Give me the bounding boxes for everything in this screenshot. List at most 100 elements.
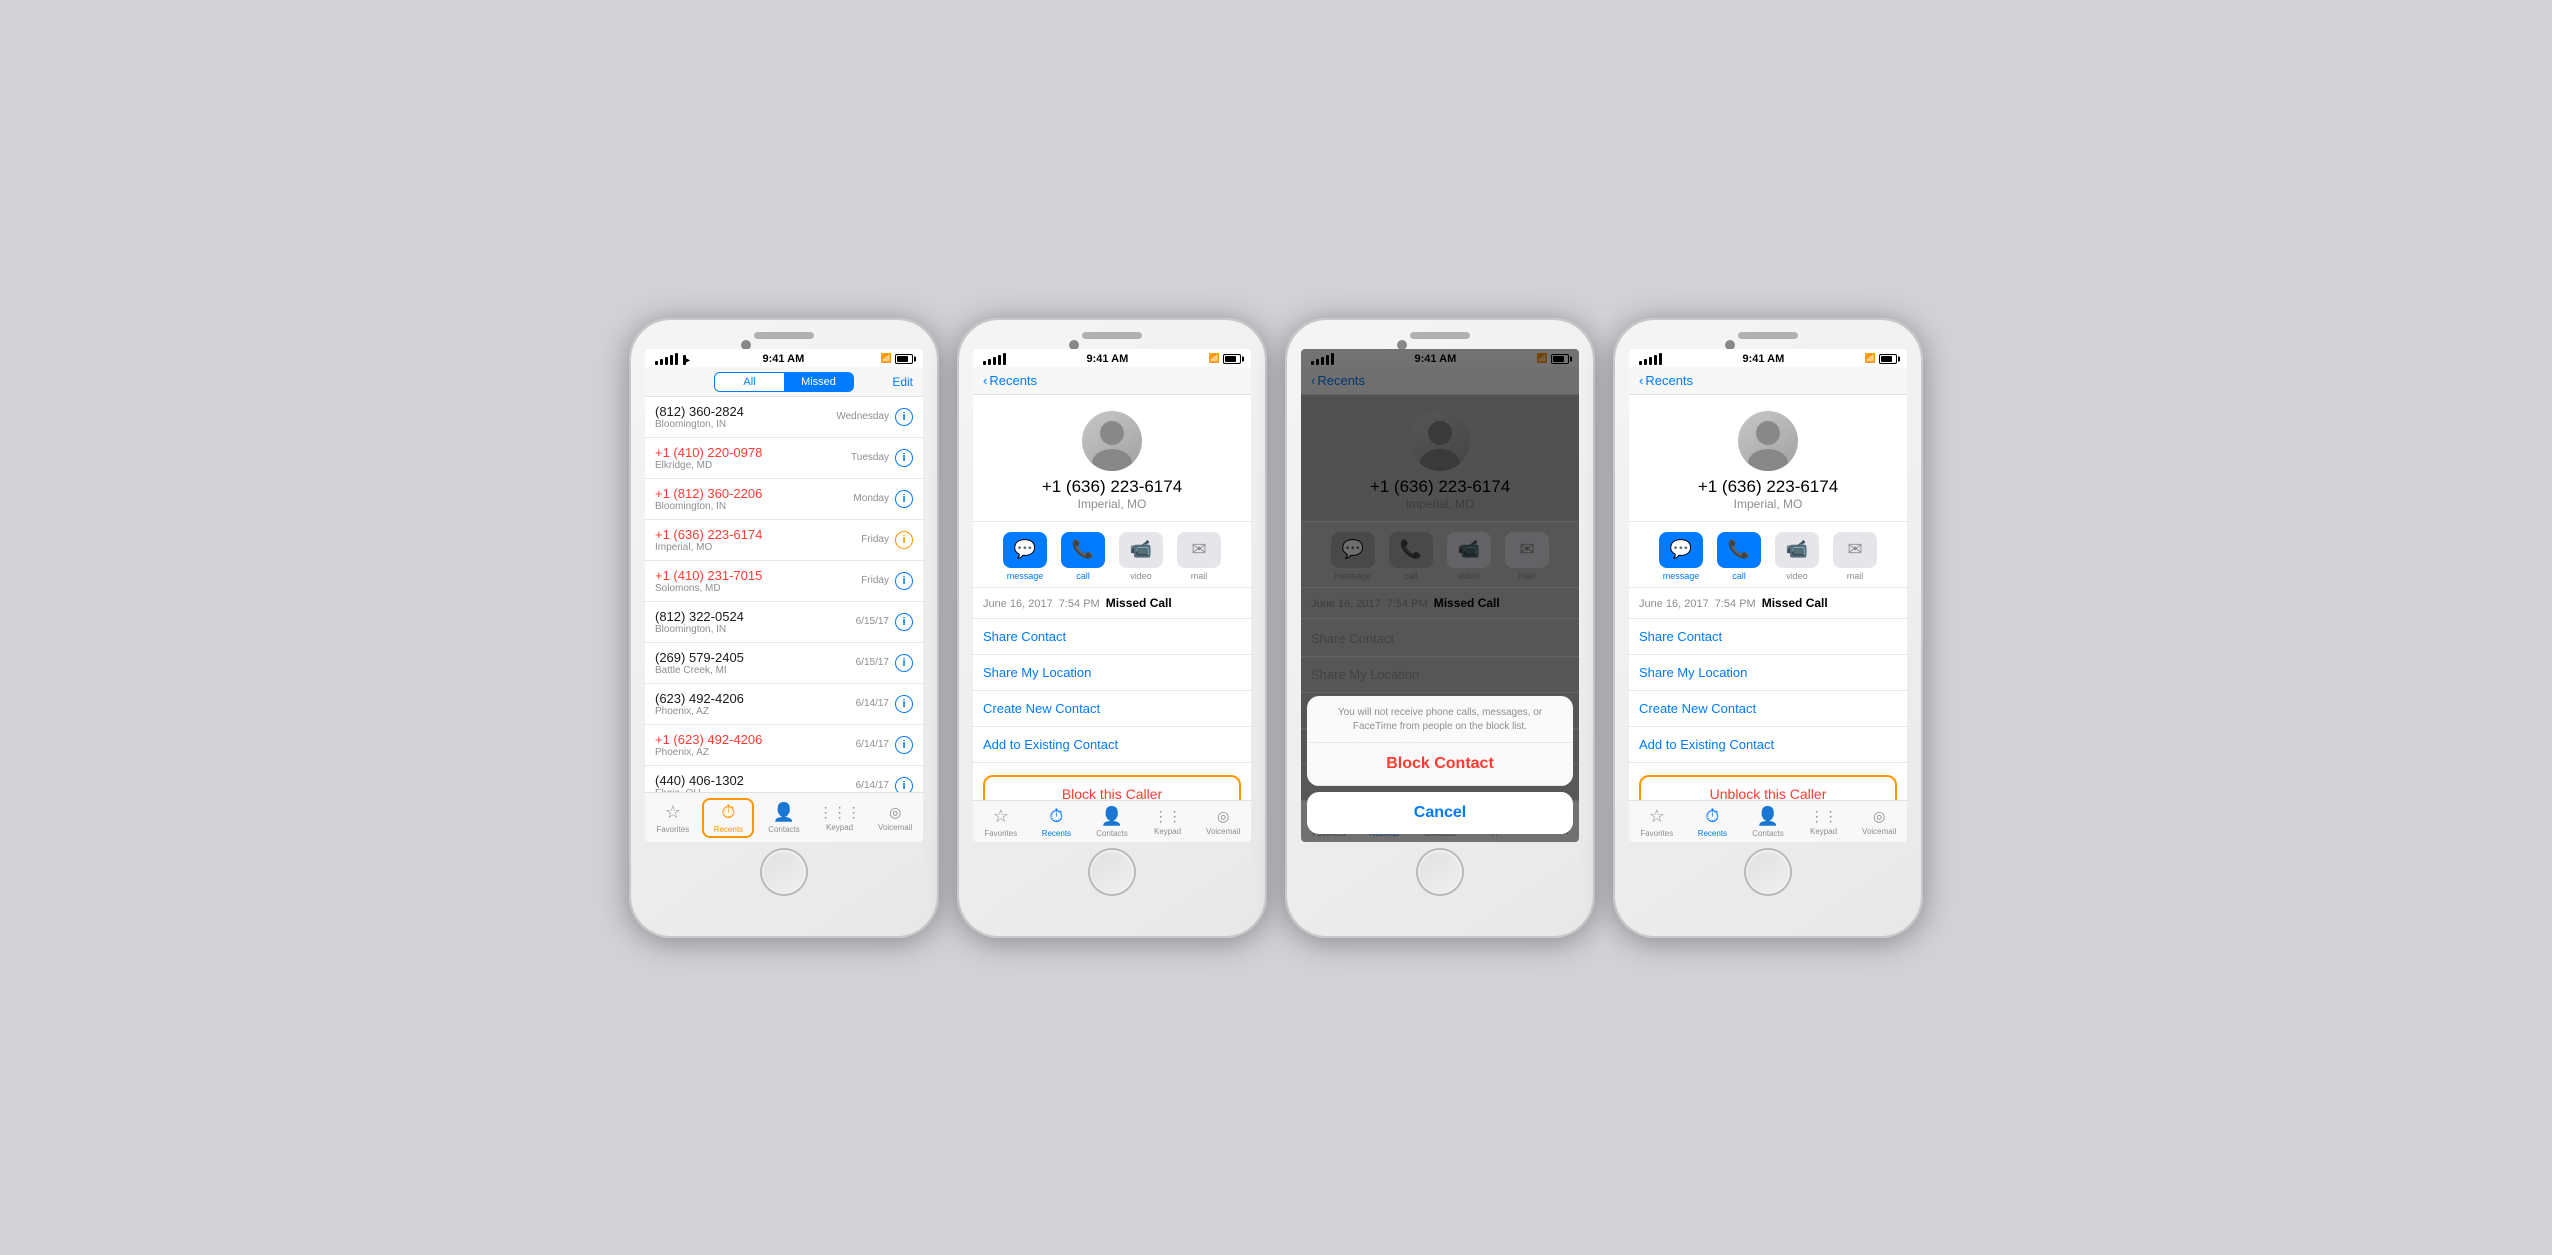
wifi-icon: 📶 [1209,353,1220,364]
create-contact-link[interactable]: Create New Contact [973,691,1251,727]
call-number: +1 (812) 360-2206 [655,486,853,501]
tab-favorites[interactable]: ☆ Favorites [975,806,1027,838]
tab-recents[interactable]: ⏱ Recents [1030,806,1082,838]
tab-favorites[interactable]: ☆ Favorites [1631,806,1683,838]
info-button[interactable]: i [895,695,913,713]
call-location: Bloomington, IN [655,419,836,430]
info-button[interactable]: i [895,777,913,792]
info-button-highlighted[interactable]: i [895,531,913,549]
info-button[interactable]: i [895,572,913,590]
tab-contacts[interactable]: 👤 Contacts [1086,806,1138,838]
contact-header: +1 (636) 223-6174 Imperial, MO [1629,395,1907,522]
back-button[interactable]: ‹ Recents [983,373,1037,388]
contacts-icon: 👤 [1101,806,1123,827]
call-item[interactable]: +1 (623) 492-4206 Phoenix, AZ 6/14/17 i [645,725,923,766]
favorites-label: Favorites [1640,829,1673,838]
call-item[interactable]: (440) 406-1302 Elyria, OH 6/14/17 i [645,766,923,792]
info-button[interactable]: i [895,654,913,672]
info-button[interactable]: i [895,449,913,467]
contact-avatar [1738,411,1798,471]
tab-contacts[interactable]: 👤 Contacts [1742,806,1794,838]
recents-icon: ⏱ [1705,806,1719,827]
share-location-link[interactable]: Share My Location [1629,655,1907,691]
message-button[interactable]: 💬 message [1659,532,1703,581]
back-button[interactable]: ‹ Recents [1639,373,1693,388]
status-bar-2: 9:41 AM 📶 [973,349,1251,367]
share-location-link[interactable]: Share My Location [973,655,1251,691]
contacts-label: Contacts [768,825,800,834]
info-button[interactable]: i [895,490,913,508]
unblock-caller-button[interactable]: Unblock this Caller [1639,775,1897,800]
call-item[interactable]: +1 (812) 360-2206 Bloomington, IN Monday… [645,479,923,520]
share-contact-link[interactable]: Share Contact [1629,619,1907,655]
message-button[interactable]: 💬 message [1003,532,1047,581]
tab-recents[interactable]: ⏱ Recents [1686,806,1738,838]
tab-recents[interactable]: ⏱ Recents [702,798,754,838]
tab-voicemail[interactable]: ◎ Voicemail [869,804,921,832]
video-button[interactable]: 📹 video [1119,532,1163,581]
tab-voicemail[interactable]: ◎ Voicemail [1853,808,1905,836]
call-location: Bloomington, IN [655,501,853,512]
keypad-icon: ⋮⋮ [1154,808,1182,825]
tab-keypad[interactable]: ⋮⋮ Keypad [1142,808,1194,836]
video-icon: 📹 [1119,532,1163,568]
add-contact-link[interactable]: Add to Existing Contact [1629,727,1907,763]
block-contact-button[interactable]: Block Contact [1307,743,1573,786]
call-item[interactable]: +1 (636) 223-6174 Imperial, MO Friday i [645,520,923,561]
call-icon: 📞 [1717,532,1761,568]
time-display: 9:41 AM [1087,353,1129,365]
video-label: video [1130,571,1152,581]
segment-missed[interactable]: Missed [784,373,853,391]
speaker [754,332,814,339]
home-button-3[interactable] [1418,850,1462,894]
tab-keypad[interactable]: ⋮⋮⋮ Keypad [814,804,866,832]
video-button[interactable]: 📹 video [1775,532,1819,581]
call-item[interactable]: +1 (410) 231-7015 Solomons, MD Friday i [645,561,923,602]
segment-all[interactable]: All [715,373,784,391]
home-button-2[interactable] [1090,850,1134,894]
nav-bar-2: ‹ Recents [973,367,1251,395]
segment-control[interactable]: All Missed [714,372,854,392]
call-item[interactable]: (269) 579-2405 Battle Creek, MI 6/15/17 … [645,643,923,684]
status-bar-1: ► 9:41 AM 📶 [645,349,923,367]
create-contact-link[interactable]: Create New Contact [1629,691,1907,727]
voicemail-label: Voicemail [1206,827,1240,836]
info-button[interactable]: i [895,408,913,426]
call-item[interactable]: (812) 360-2824 Bloomington, IN Wednesday… [645,397,923,438]
mail-button[interactable]: ✉ mail [1177,532,1221,581]
block-caller-button[interactable]: Block this Caller [983,775,1241,800]
call-history-date: June 16, 2017 [983,598,1053,610]
favorites-icon: ☆ [1649,806,1665,827]
tab-voicemail[interactable]: ◎ Voicemail [1197,808,1249,836]
call-location: Imperial, MO [655,542,861,553]
call-item[interactable]: (623) 492-4206 Phoenix, AZ 6/14/17 i [645,684,923,725]
message-icon: 💬 [1003,532,1047,568]
contacts-label: Contacts [1752,829,1784,838]
cancel-button[interactable]: Cancel [1307,792,1573,834]
video-label: video [1786,571,1808,581]
call-item[interactable]: (812) 322-0524 Bloomington, IN 6/15/17 i [645,602,923,643]
share-contact-link[interactable]: Share Contact [973,619,1251,655]
call-location: Phoenix, AZ [655,747,856,758]
keypad-label: Keypad [1810,827,1837,836]
edit-button[interactable]: Edit [873,375,913,389]
tab-favorites[interactable]: ☆ Favorites [647,802,699,834]
home-button-1[interactable] [762,850,806,894]
call-date: Tuesday [851,452,889,463]
call-location: Solomons, MD [655,583,861,594]
contact-phone-number: +1 (636) 223-6174 [1698,477,1838,497]
tab-keypad[interactable]: ⋮⋮ Keypad [1798,808,1850,836]
tab-contacts[interactable]: 👤 Contacts [758,802,810,834]
mail-button[interactable]: ✉ mail [1833,532,1877,581]
unblock-caller-section: Unblock this Caller [1639,775,1897,800]
info-button[interactable]: i [895,736,913,754]
recents-label: Recents [714,825,743,834]
info-button[interactable]: i [895,613,913,631]
home-button-4[interactable] [1746,850,1790,894]
battery-icon [1879,354,1897,364]
call-button[interactable]: 📞 call [1061,532,1105,581]
add-contact-link[interactable]: Add to Existing Contact [973,727,1251,763]
call-button[interactable]: 📞 call [1717,532,1761,581]
signal-strength [1639,353,1662,365]
call-item[interactable]: +1 (410) 220-0978 Elkridge, MD Tuesday i [645,438,923,479]
